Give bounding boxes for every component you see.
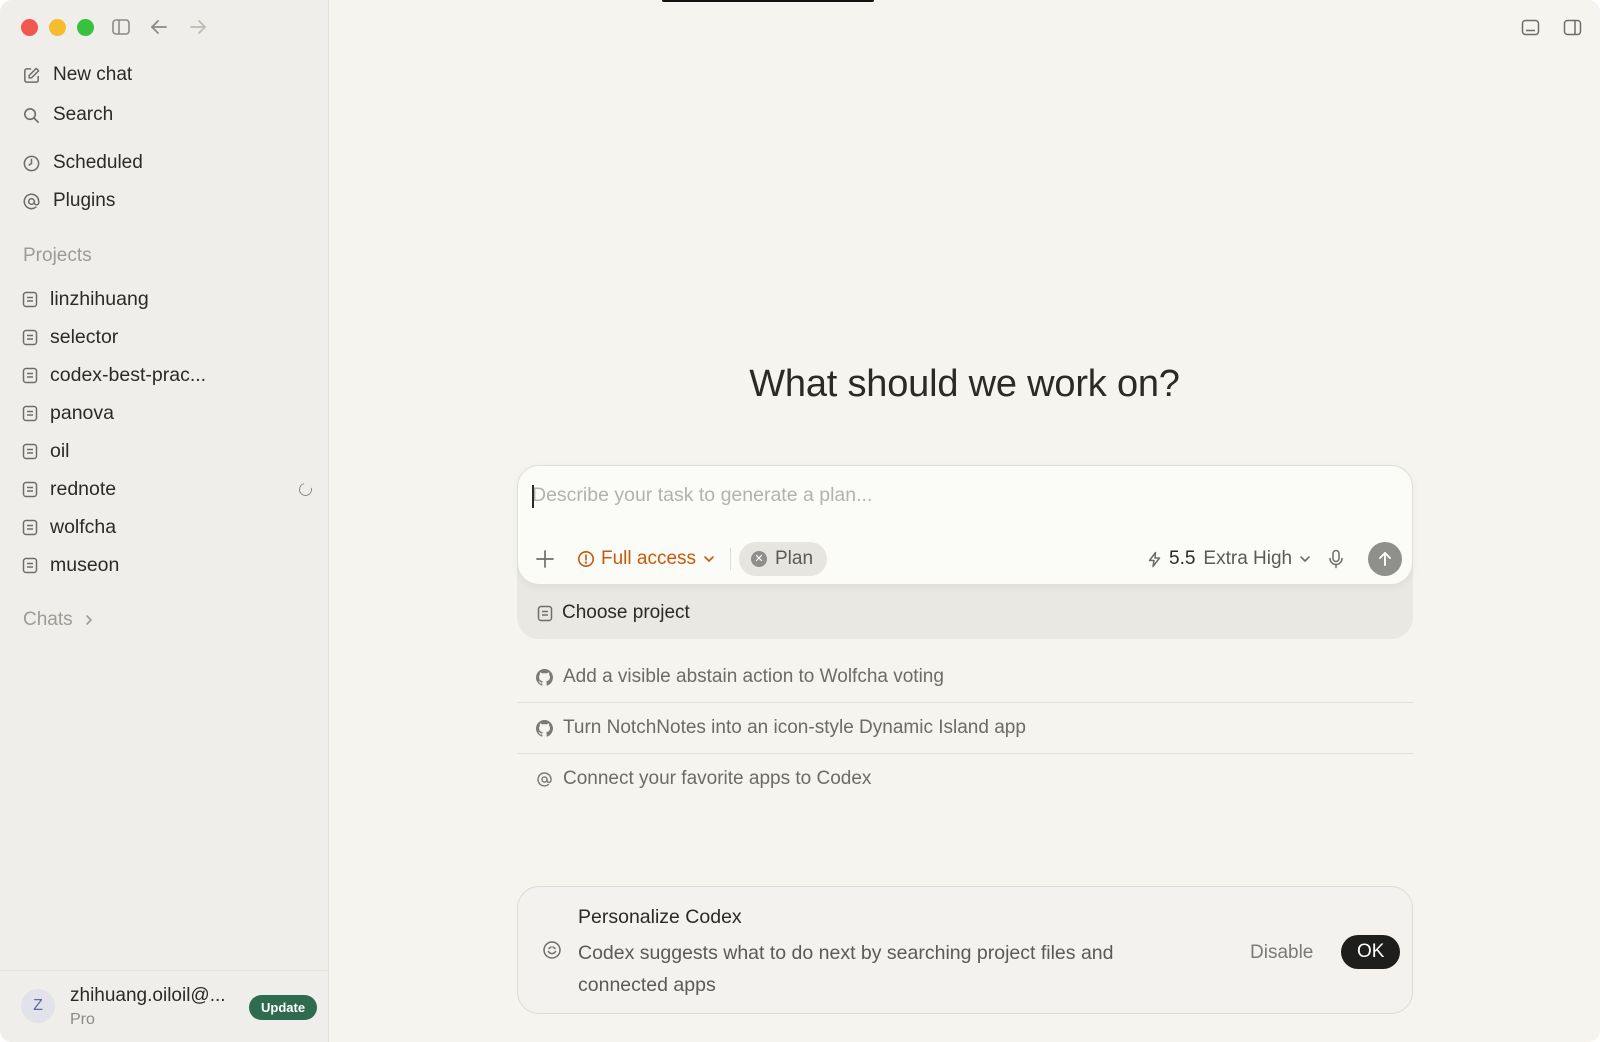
project-item-linzhihuang[interactable]: linzhihuang (22, 283, 312, 315)
plugins-label: Plugins (53, 190, 116, 211)
scheduled-label: Scheduled (53, 152, 143, 173)
loading-spinner-icon (296, 480, 315, 498)
text-caret (532, 485, 534, 508)
chats-section-toggle[interactable]: Chats (23, 609, 95, 631)
personalize-card: Personalize Codex Codex suggests what to… (517, 886, 1413, 1014)
back-arrow-icon[interactable] (148, 16, 170, 38)
choose-project-label: Choose project (562, 602, 690, 623)
microphone-icon[interactable] (1326, 548, 1346, 570)
search-button[interactable]: Search (22, 98, 113, 132)
project-label: museon (50, 553, 120, 576)
project-icon (22, 405, 38, 421)
right-panel-toggle-icon[interactable] (1562, 17, 1583, 38)
compose-icon (24, 67, 40, 83)
suggestion-item[interactable]: Connect your favorite apps to Codex (517, 754, 1413, 804)
forward-arrow-icon[interactable] (187, 16, 209, 38)
project-icon (22, 443, 38, 459)
project-icon (22, 291, 38, 307)
add-attachment-icon[interactable] (534, 548, 556, 570)
project-icon (22, 329, 38, 345)
project-label: oil (50, 439, 70, 462)
project-label: selector (50, 325, 119, 348)
project-icon (22, 557, 38, 573)
project-label: codex-best-prac... (50, 363, 207, 386)
avatar[interactable]: Z (21, 989, 55, 1023)
suggestion-label: Connect your favorite apps to Codex (563, 768, 872, 789)
account-plan: Pro (70, 1011, 95, 1028)
send-button[interactable] (1368, 542, 1402, 576)
scheduled-button[interactable]: Scheduled (22, 146, 143, 180)
bottom-panel-toggle-icon[interactable] (1520, 17, 1541, 38)
page-title: What should we work on? (749, 363, 1180, 405)
composer: Full access ✕ Plan 5.5 Extra High (517, 465, 1413, 585)
project-label: wolfcha (50, 515, 117, 538)
project-icon (22, 367, 38, 383)
sidebar-toggle-icon[interactable] (110, 16, 132, 38)
sidebar: New chat Search Scheduled Plugins Projec… (0, 0, 329, 1042)
access-level-dropdown[interactable]: Full access (577, 544, 716, 574)
arrow-up-icon (1379, 552, 1391, 566)
project-item-codex-best-practices[interactable]: codex-best-prac... (22, 359, 312, 391)
suggestion-item[interactable]: Add a visible abstain action to Wolfcha … (517, 652, 1413, 702)
project-item-wolfcha[interactable]: wolfcha (22, 511, 312, 543)
account-footer: Z zhihuang.oiloil@... Pro Update (0, 970, 329, 1042)
chevron-down-icon (704, 556, 714, 562)
chevron-down-icon (1300, 556, 1310, 562)
close-window-button[interactable] (21, 19, 38, 36)
suggestion-label: Turn NotchNotes into an icon-style Dynam… (563, 717, 1026, 738)
project-item-rednote[interactable]: rednote (22, 473, 315, 505)
clock-icon (23, 155, 40, 171)
suggestion-label: Add a visible abstain action to Wolfcha … (563, 666, 944, 687)
project-item-oil[interactable]: oil (22, 435, 312, 467)
project-icon (537, 605, 553, 621)
project-label: panova (50, 401, 114, 424)
github-icon (536, 668, 553, 686)
projects-section-label: Projects (23, 245, 92, 266)
account-email[interactable]: zhihuang.oiloil@... (70, 985, 226, 1007)
at-icon (537, 771, 552, 787)
app-window: New chat Search Scheduled Plugins Projec… (0, 0, 1600, 1042)
search-icon (24, 107, 39, 123)
project-icon (22, 519, 38, 535)
plugins-button[interactable]: Plugins (22, 184, 115, 218)
project-label: linzhihuang (50, 287, 149, 310)
chats-section-label: Chats (23, 609, 73, 630)
personalize-title: Personalize Codex (578, 906, 742, 928)
search-label: Search (53, 104, 114, 125)
task-input[interactable] (532, 480, 1392, 510)
project-item-panova[interactable]: panova (22, 397, 312, 429)
ok-button[interactable]: OK (1341, 935, 1401, 969)
model-selector[interactable]: 5.5 Extra High (1146, 544, 1312, 574)
plan-mode-pill[interactable]: ✕ Plan (739, 542, 828, 576)
access-level-label: Full access (601, 548, 697, 569)
plan-mode-label: Plan (775, 548, 814, 569)
personalize-description: Codex suggests what to do next by search… (578, 942, 1114, 996)
suggestion-item[interactable]: Turn NotchNotes into an icon-style Dynam… (517, 703, 1413, 753)
chevron-right-icon (85, 615, 92, 625)
choose-project-button[interactable]: Choose project (537, 598, 690, 628)
disable-button[interactable]: Disable (1250, 937, 1313, 969)
model-version: 5.5 (1169, 548, 1196, 569)
project-icon (22, 481, 38, 497)
new-chat-label: New chat (53, 64, 133, 85)
toolbar-divider (730, 548, 731, 570)
camera-notch (662, 0, 874, 2)
remove-plan-icon[interactable]: ✕ (751, 551, 767, 567)
update-button[interactable]: Update (249, 995, 318, 1020)
window-controls (21, 19, 94, 36)
minimize-window-button[interactable] (49, 19, 66, 36)
new-chat-button[interactable]: New chat (22, 58, 132, 92)
zoom-window-button[interactable] (77, 19, 94, 36)
project-item-museon[interactable]: museon (22, 549, 312, 581)
project-label: rednote (50, 477, 117, 500)
warning-icon (578, 551, 594, 567)
lightning-icon (1148, 551, 1161, 567)
project-item-selector[interactable]: selector (22, 321, 312, 353)
model-effort: Extra High (1203, 548, 1293, 569)
at-icon (23, 193, 40, 209)
sparkle-icon (543, 941, 561, 959)
github-icon (536, 719, 553, 737)
